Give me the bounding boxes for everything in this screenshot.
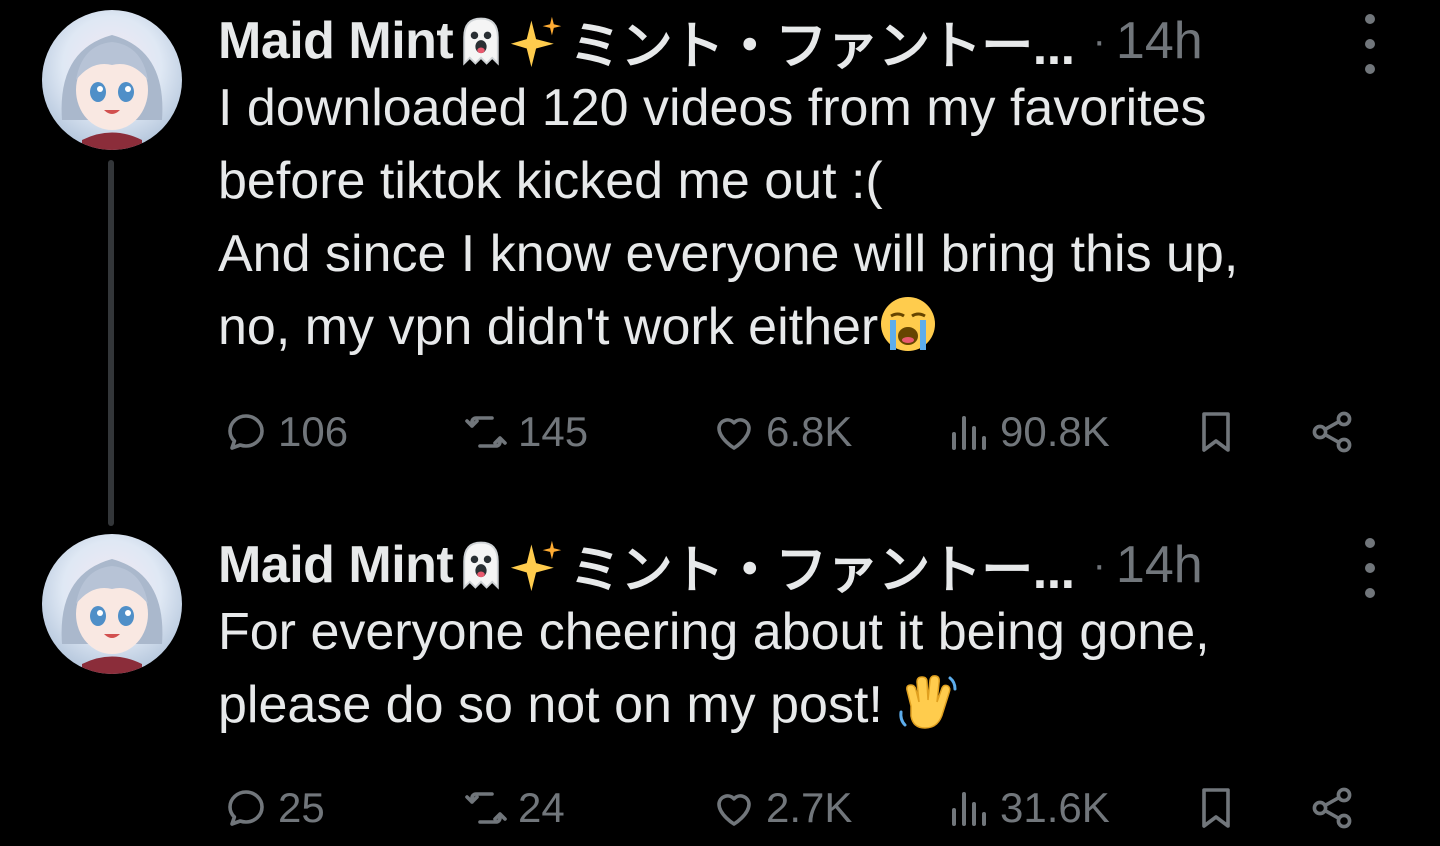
like-button[interactable]: 2.7K <box>710 778 852 838</box>
sparkles-emoji-icon <box>511 540 562 592</box>
share-button[interactable] <box>1308 402 1364 462</box>
separator-dot: · <box>1092 542 1106 587</box>
author-suffix[interactable]: ミント・ファントー... <box>569 4 1075 79</box>
repost-button[interactable]: 24 <box>462 778 565 838</box>
timestamp[interactable]: 14h <box>1116 535 1203 595</box>
tweet-line-last: please do so not on my post! <box>218 669 1398 742</box>
views-button[interactable]: 90.8K <box>944 402 1110 462</box>
waving-hand-emoji-icon <box>899 675 957 729</box>
separator-dot: · <box>1092 18 1106 63</box>
tweet-actions: 106 145 6.8K 90.8K <box>222 402 1372 462</box>
tweet-body: For everyone cheering about it being gon… <box>218 596 1398 742</box>
tweet-line: And since I know everyone will bring thi… <box>218 225 1239 283</box>
author-name[interactable]: Maid Mint <box>218 11 454 71</box>
repost-button[interactable]: 145 <box>462 402 588 462</box>
view-count: 90.8K <box>1000 408 1110 455</box>
bookmark-icon <box>1202 788 1230 828</box>
reply-icon <box>228 790 264 826</box>
repost-count: 145 <box>518 408 589 455</box>
tweet-line: before tiktok kicked me out :( <box>218 152 883 210</box>
loudly-crying-emoji-icon <box>881 297 936 351</box>
repost-count: 24 <box>518 784 565 831</box>
more-options-icon[interactable] <box>1358 14 1382 74</box>
avatar-illustration <box>61 35 163 150</box>
bookmark-icon <box>1202 412 1230 452</box>
tweet-line: please do so not on my post! <box>218 676 883 734</box>
share-button[interactable] <box>1308 778 1364 838</box>
like-icon <box>717 418 751 450</box>
author-avatar[interactable] <box>42 534 182 674</box>
reply-button[interactable]: 25 <box>222 778 325 838</box>
tweet-header: Maid Mint ミント・ファントー... · 14h <box>218 530 1203 600</box>
views-button[interactable]: 31.6K <box>944 778 1110 838</box>
author-avatar[interactable] <box>42 10 182 150</box>
repost-icon <box>465 792 507 824</box>
bookmark-button[interactable] <box>1192 778 1248 838</box>
share-icon <box>1312 787 1352 829</box>
like-icon <box>717 794 751 826</box>
thread-connector-line <box>108 160 114 526</box>
author-suffix[interactable]: ミント・ファントー... <box>569 528 1075 603</box>
repost-icon <box>465 416 507 448</box>
more-options-icon[interactable] <box>1358 538 1382 598</box>
ghost-emoji-icon <box>463 17 499 66</box>
like-button[interactable]: 6.8K <box>710 402 852 462</box>
tweet-line-last: no, my vpn didn't work either <box>218 291 1398 364</box>
reply-count: 25 <box>278 784 325 831</box>
ghost-emoji-icon <box>463 541 499 590</box>
view-count: 31.6K <box>1000 784 1110 831</box>
sparkles-emoji-icon <box>511 16 562 68</box>
like-count: 6.8K <box>766 408 853 455</box>
bookmark-button[interactable] <box>1192 402 1248 462</box>
views-icon <box>952 416 986 450</box>
like-count: 2.7K <box>766 784 853 831</box>
author-name[interactable]: Maid Mint <box>218 535 454 595</box>
tweet-line: I downloaded 120 videos from my favorite… <box>218 79 1207 137</box>
avatar-illustration <box>61 559 163 674</box>
tweet-header: Maid Mint ミント・ファントー... · 14h <box>218 6 1203 76</box>
tweet-body: I downloaded 120 videos from my favorite… <box>218 72 1398 364</box>
tweet-line: For everyone cheering about it being gon… <box>218 603 1210 661</box>
views-icon <box>952 792 986 826</box>
reply-button[interactable]: 106 <box>222 402 348 462</box>
timestamp[interactable]: 14h <box>1116 11 1203 71</box>
share-icon <box>1312 411 1352 453</box>
reply-icon <box>228 414 264 450</box>
tweet-line: no, my vpn didn't work either <box>218 298 879 356</box>
tweet-actions: 25 24 2.7K 31.6K <box>222 778 1372 838</box>
reply-count: 106 <box>278 408 349 455</box>
